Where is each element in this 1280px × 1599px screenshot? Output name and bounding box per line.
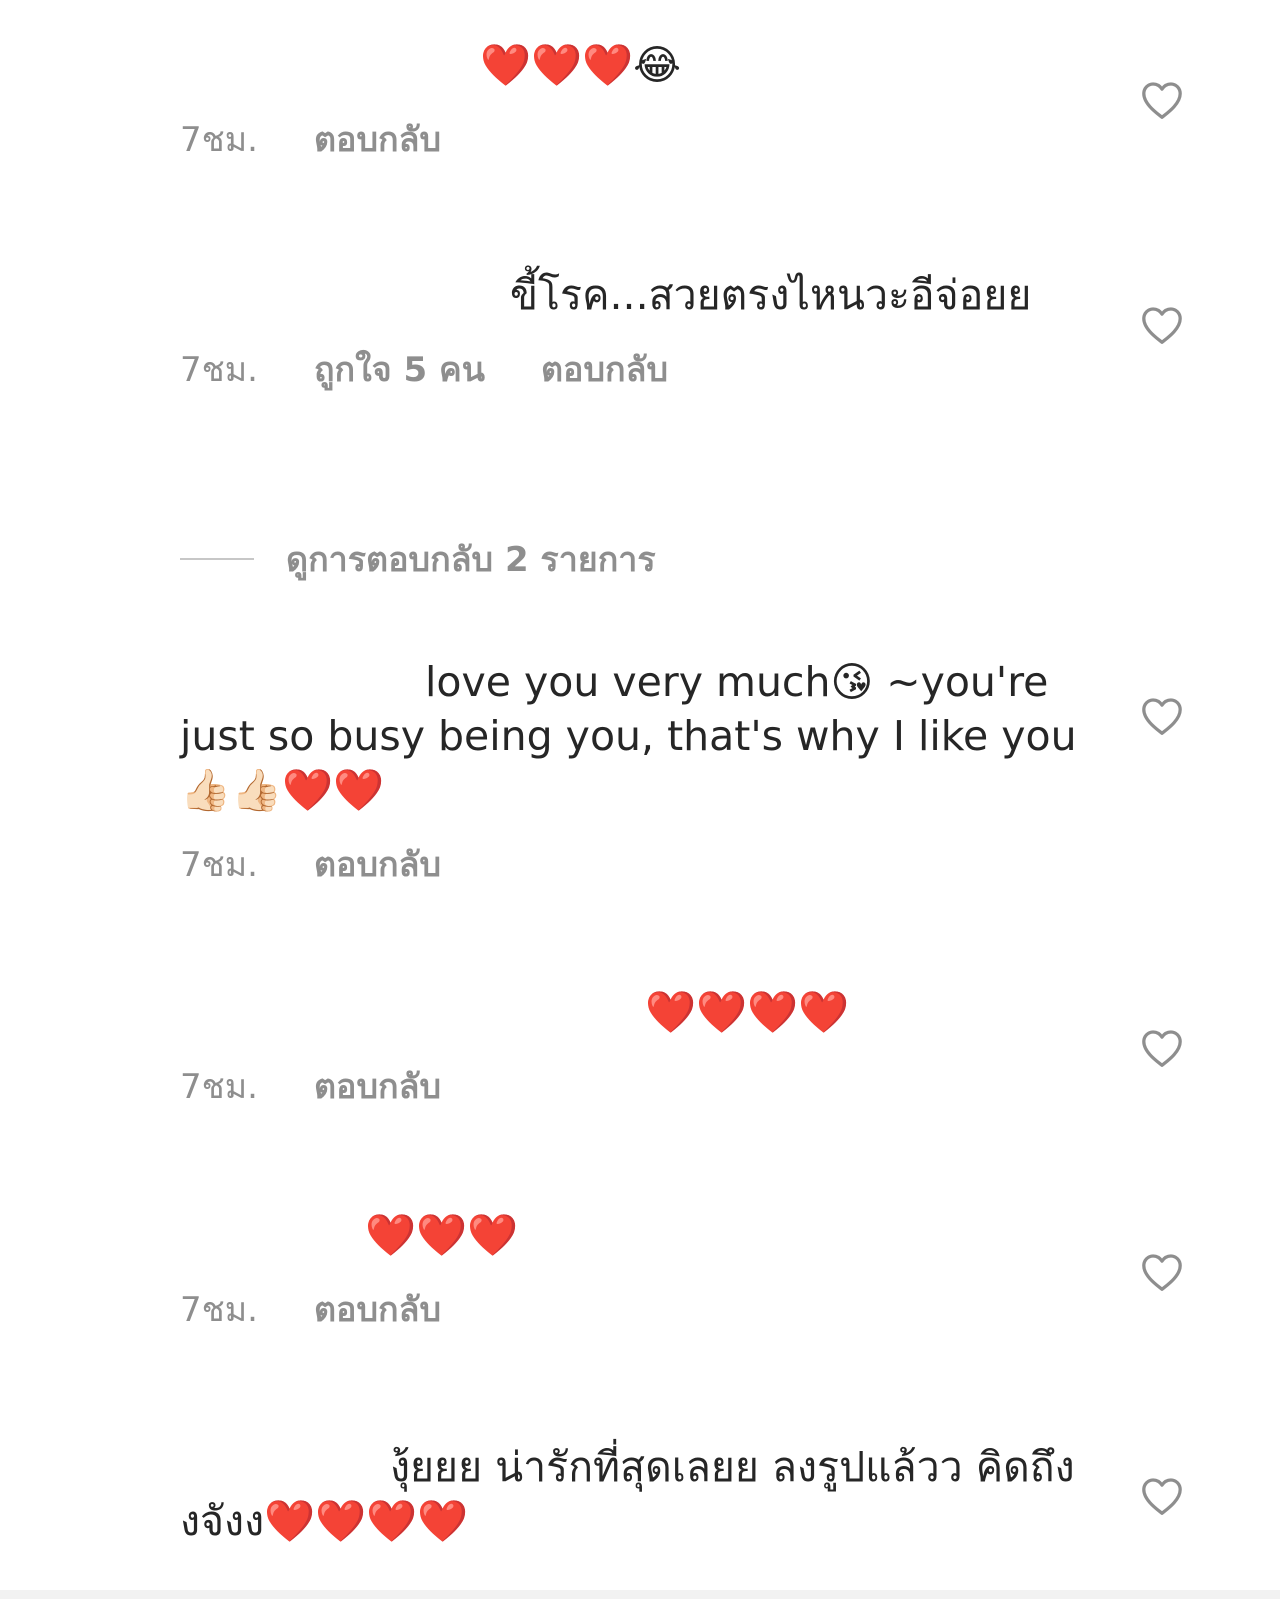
heart-outline-icon[interactable] [1140, 696, 1184, 736]
reply-button[interactable]: ตอบกลับ [314, 837, 441, 891]
replies-divider [180, 558, 254, 560]
comment-time: 7ชม. [180, 845, 258, 885]
comment-text: ขี้โรค...สวยตรงไหนวะอีจ่อยย [510, 271, 1032, 319]
comment-time: 7ชม. [180, 350, 258, 390]
view-replies-label: ดูการตอบกลับ 2 รายการ [286, 540, 656, 580]
comment-item: ❤️❤️❤️ 7ชม. ตอบกลับ [180, 1208, 1080, 1336]
comment-text: love you very much😘 ~you're just so busy… [180, 658, 1090, 814]
reply-button[interactable]: ตอบกลับ [314, 1282, 441, 1336]
comment-time: 7ชม. [180, 1290, 258, 1330]
comment-item: ขี้โรค...สวยตรงไหนวะอีจ่อยย 7ชม. ถูกใจ 5… [180, 268, 1080, 396]
comment-item: งุ้ยยย น่ารักที่สุดเลยย ลงรูปแล้วว คิดถึ… [180, 1440, 1080, 1548]
comment-meta: 7ชม. ถูกใจ 5 คน ตอบกลับ [180, 342, 1080, 396]
reply-button[interactable]: ตอบกลับ [314, 1059, 441, 1113]
reply-button[interactable]: ตอบกลับ [541, 342, 668, 396]
comment-text: งุ้ยยย น่ารักที่สุดเลยย ลงรูปแล้วว คิดถึ… [180, 1443, 1075, 1545]
view-replies-button[interactable]: ดูการตอบกลับ 2 รายการ [180, 532, 656, 586]
comment-time: 7ชม. [180, 1067, 258, 1107]
heart-outline-icon[interactable] [1140, 1028, 1184, 1068]
comment-item: ❤️❤️❤️❤️ 7ชม. ตอบกลับ [180, 985, 1080, 1113]
comment-item: ❤️❤️❤️😂 7ชม. ตอบกลับ [180, 38, 1080, 166]
comment-time: 7ชม. [180, 120, 258, 160]
comment-meta: 7ชม. ตอบกลับ [180, 837, 1080, 891]
heart-outline-icon[interactable] [1140, 305, 1184, 345]
bottom-divider [0, 1590, 1280, 1599]
like-count-button[interactable]: ถูกใจ 5 คน [314, 342, 485, 396]
comment-meta: 7ชม. ตอบกลับ [180, 1282, 1080, 1336]
comment-item: love you very much😘 ~you're just so busy… [180, 655, 1080, 891]
comment-text: ❤️❤️❤️ [365, 1211, 519, 1259]
heart-outline-icon[interactable] [1140, 1476, 1184, 1516]
comment-meta: 7ชม. ตอบกลับ [180, 1059, 1080, 1113]
reply-button[interactable]: ตอบกลับ [314, 112, 441, 166]
comment-text: ❤️❤️❤️❤️ [645, 988, 850, 1036]
comments-feed: ❤️❤️❤️😂 7ชม. ตอบกลับ ขี้โรค...สวยตรงไหนว… [0, 0, 1280, 1599]
heart-outline-icon[interactable] [1140, 80, 1184, 120]
comment-text: ❤️❤️❤️😂 [480, 41, 682, 89]
comment-meta: 7ชม. ตอบกลับ [180, 112, 1080, 166]
heart-outline-icon[interactable] [1140, 1252, 1184, 1292]
